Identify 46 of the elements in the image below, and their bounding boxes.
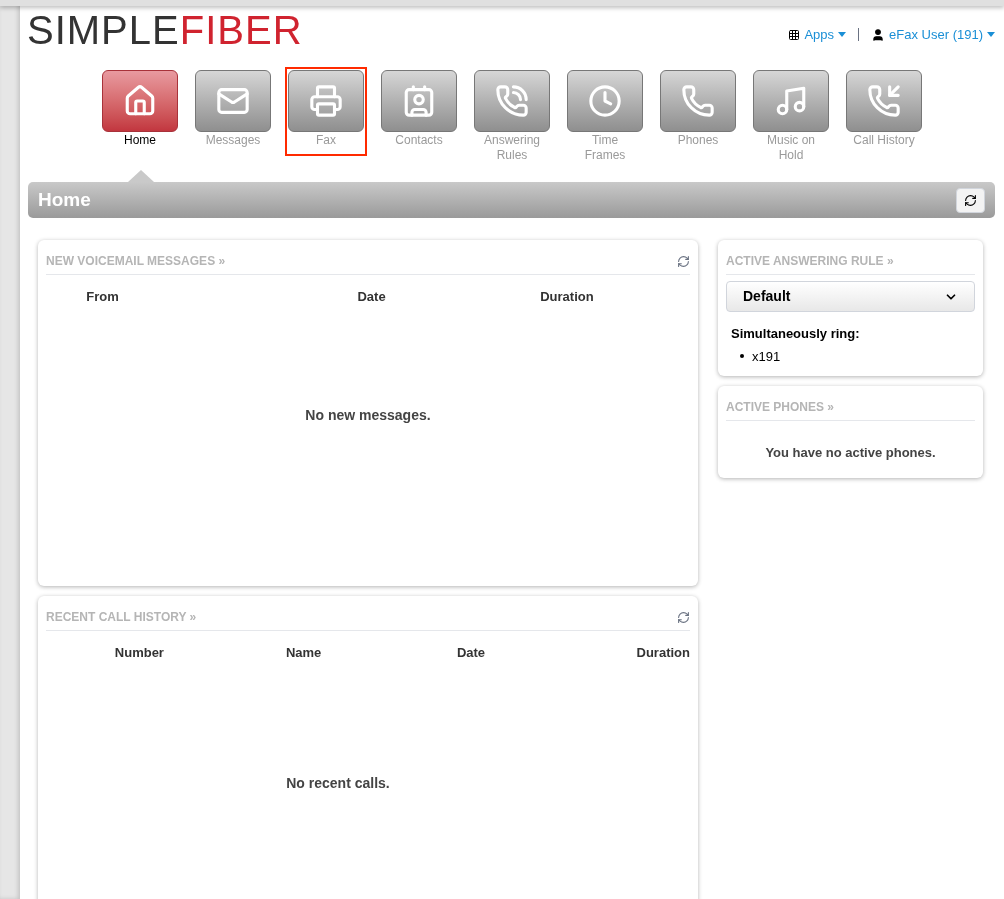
panel-title[interactable]: ACTIVE PHONES » [726,398,835,416]
column-header: Number [114,644,164,662]
refresh-icon [964,193,977,207]
ring-label: Simultaneously ring: [731,325,861,343]
clock-icon [588,84,622,118]
empty-message: No recent calls. [286,773,390,793]
user-menu[interactable]: eFax User (191) [871,25,995,45]
empty-message: You have no active phones. [765,444,936,462]
refresh-button[interactable] [956,187,985,213]
music-note-icon [774,84,808,118]
nav-label: Call History [852,133,916,148]
caret-icon [838,32,847,38]
caret-icon [987,32,995,38]
column-header: Date [456,644,486,662]
panel-title[interactable]: RECENT CALL HISTORY » [46,608,197,626]
column-header: Duration [540,288,594,306]
contact-card-icon [402,84,436,118]
column-header: Duration [636,644,690,662]
empty-message: No new messages. [305,405,431,425]
house-icon [123,84,157,118]
column-header: Name [285,644,322,662]
nav-label: Fax [315,133,337,148]
nav-label: Messages [204,133,262,148]
grid-icon [788,28,801,41]
ring-item: x191 [752,347,781,366]
phone-icon [681,84,715,118]
refresh-icon[interactable] [677,254,690,268]
phone-arrows-icon [867,84,901,118]
refresh-icon[interactable] [677,610,690,624]
column-header: Date [357,288,386,306]
nav-label: Home [123,133,157,148]
rule-dropdown[interactable]: Default [726,281,975,312]
panel-title[interactable]: NEW VOICEMAIL MESSAGES » [46,252,226,270]
phone-ringing-icon [495,84,529,118]
nav-label: Music on Hold [766,133,816,163]
nav-label: Time Frames [583,133,627,163]
nav-label: Contacts [394,133,444,148]
user-icon [871,27,886,42]
apps-menu[interactable]: Apps [788,25,847,45]
logo-text: FIBER [179,8,303,52]
page-title: Home [38,187,91,212]
column-header: From [86,288,119,306]
panel-title[interactable]: ACTIVE ANSWERING RULE » [726,252,894,270]
logo-text: SIMPLE [27,8,180,52]
nav-label: Answering Rules [483,133,541,163]
nav-label: Phones [676,133,720,148]
